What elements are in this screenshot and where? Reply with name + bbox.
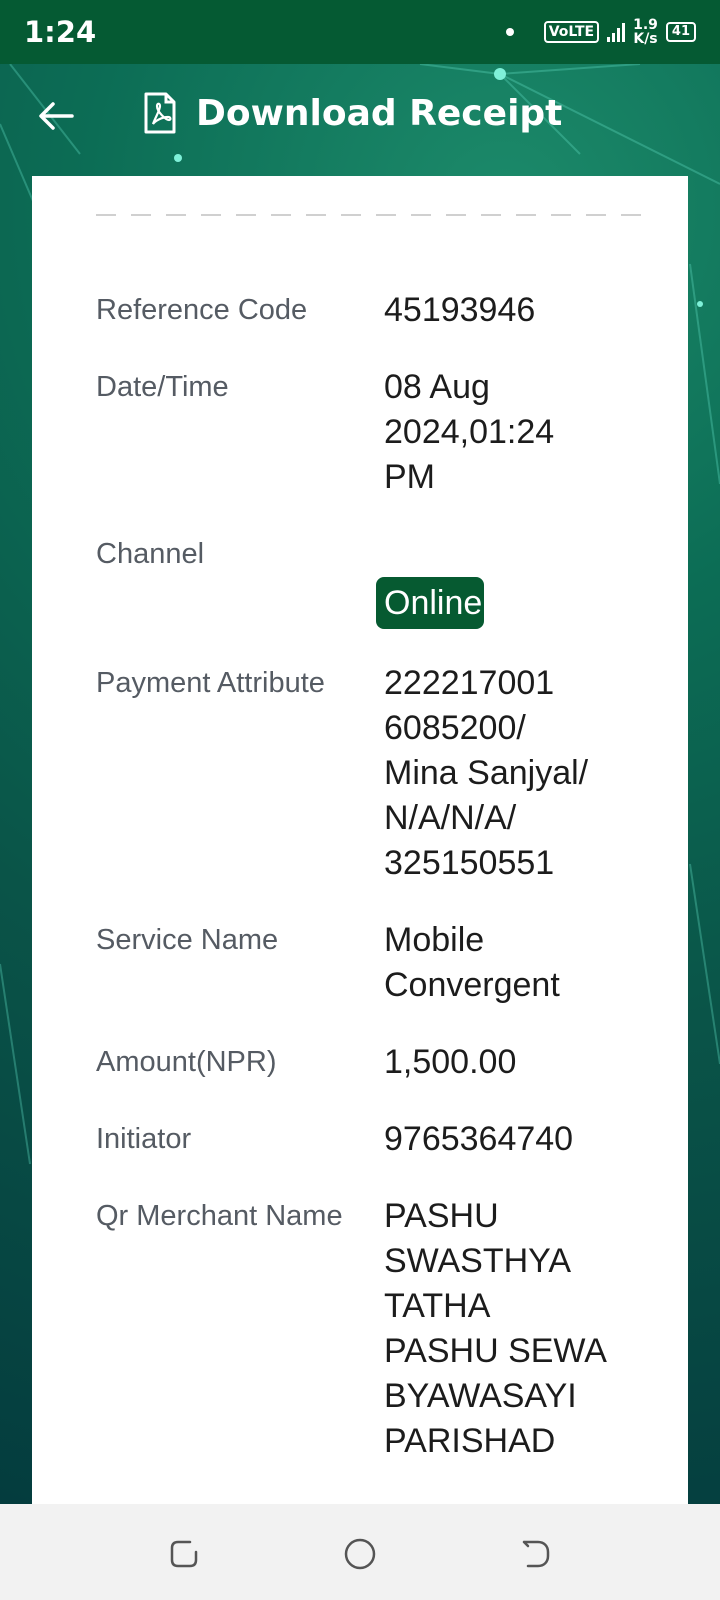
row-value: Online: [376, 532, 634, 629]
home-button[interactable]: [340, 1534, 380, 1574]
row-label: Date/Time: [96, 371, 229, 403]
pdf-file-icon: [144, 92, 176, 134]
system-nav-bar: [0, 1504, 720, 1600]
row-qr-merchant-name: Qr Merchant Name PASHU SWASTHYA TATHA PA…: [96, 1194, 656, 1464]
back-button[interactable]: [34, 94, 78, 138]
back-nav-icon: [522, 1540, 550, 1568]
status-bar: 1:24 VoLTE 1.9 K/s 41: [0, 0, 720, 64]
channel-badge: Online: [376, 577, 485, 629]
row-initiator: Initiator 9765364740: [96, 1117, 656, 1162]
row-channel: Channel Online: [96, 532, 656, 629]
recents-icon: [170, 1540, 198, 1568]
row-value: 222217001 6085200/ Mina Sanjyal/ N/A/N/A…: [384, 664, 589, 882]
row-payment-attribute: Payment Attribute 222217001 6085200/ Min…: [96, 661, 656, 886]
row-label: Qr Merchant Name: [96, 1200, 343, 1232]
row-value: PASHU SWASTHYA TATHA PASHU SEWA BYAWASAY…: [384, 1197, 607, 1460]
signal-icon: [607, 22, 626, 42]
row-label: Payment Attribute: [96, 667, 325, 699]
row-value: 1,500.00: [384, 1043, 517, 1081]
row-reference-code: Reference Code 45193946: [96, 288, 656, 333]
arrow-left-icon: [39, 102, 74, 130]
row-value: 9765364740: [384, 1120, 574, 1158]
page-title: Download Receipt: [196, 92, 563, 134]
row-amount: Amount(NPR) 1,500.00: [96, 1040, 656, 1085]
app-bar: Download Receipt: [0, 64, 720, 174]
receipt-card: Reference Code 45193946 Date/Time 08 Aug…: [32, 176, 688, 1504]
row-label: Initiator: [96, 1123, 192, 1155]
recents-button[interactable]: [164, 1534, 204, 1574]
network-speed: 1.9 K/s: [633, 17, 658, 47]
row-label: Service Name: [96, 924, 279, 956]
title-wrap: Download Receipt: [142, 92, 562, 134]
row-label: Reference Code: [96, 294, 308, 326]
notification-dot-icon: [505, 28, 514, 36]
back-nav-button[interactable]: [516, 1534, 556, 1574]
row-label: Amount(NPR): [96, 1046, 277, 1078]
dashed-divider: [96, 214, 656, 216]
status-time: 1:24: [24, 15, 97, 49]
row-value: 45193946: [384, 291, 536, 329]
receipt-details: Reference Code 45193946 Date/Time 08 Aug…: [96, 288, 656, 1496]
volte-icon: VoLTE: [543, 21, 600, 43]
row-date-time: Date/Time 08 Aug 2024,01:24 PM: [96, 365, 656, 500]
row-value: Mobile Convergent: [384, 921, 560, 1004]
status-icons: VoLTE 1.9 K/s 41: [505, 17, 696, 47]
row-value: 08 Aug 2024,01:24 PM: [384, 368, 555, 496]
battery-icon: 41: [665, 22, 696, 42]
row-label: Channel: [96, 538, 205, 570]
home-circle-icon: [344, 1538, 376, 1570]
row-service-name: Service Name Mobile Convergent: [96, 918, 656, 1008]
